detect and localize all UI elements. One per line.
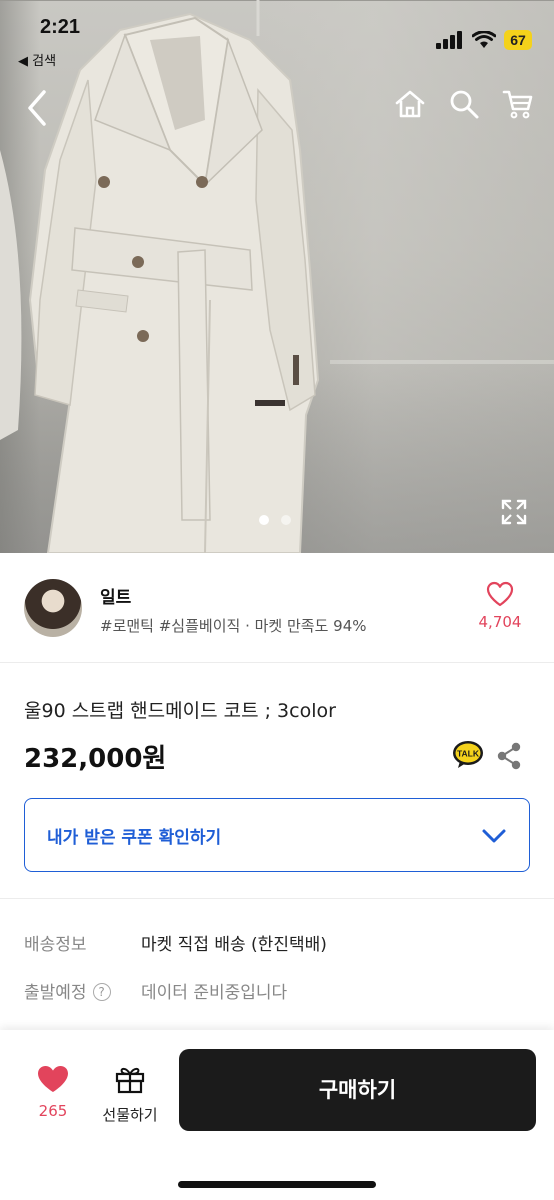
seller-avatar[interactable] [24,579,82,637]
svg-text:TALK: TALK [457,749,480,759]
help-icon[interactable]: ? [92,983,111,1001]
home-indicator [178,1181,376,1188]
carousel-indicator [259,515,291,525]
share-icon[interactable] [496,742,522,770]
fullscreen-expand-icon[interactable] [500,498,528,526]
coupon-label: 내가 받은 쿠폰 확인하기 [47,828,222,848]
cart-icon[interactable] [502,88,534,120]
shipping-info-label: 배송정보 [24,935,87,955]
status-indicators: 67 [436,28,532,52]
chevron-down-icon [482,829,506,843]
buy-button[interactable]: 구매하기 [179,1049,536,1131]
home-icon[interactable] [394,88,426,120]
market-like-button[interactable]: 4,704 [470,581,530,631]
carousel-dot-active[interactable] [259,515,269,525]
wifi-icon [472,31,496,48]
market-like-count: 4,704 [478,613,522,631]
search-icon[interactable] [448,88,480,120]
gift-icon [115,1067,145,1094]
product-image-gallery[interactable]: 2:21 ◀ 검색 67 [0,0,554,553]
coupon-check-dropdown[interactable]: 내가 받은 쿠폰 확인하기 [24,798,530,872]
gift-button[interactable]: 선물하기 [96,1064,164,1125]
heart-filled-icon [38,1066,68,1092]
seller-section: 일트 #로맨틱 #심플베이직 · 마켓 만족도 94% 4,704 [0,553,554,663]
signal-icon [436,31,462,49]
wishlist-count: 265 [38,1102,68,1120]
coat-photo [0,0,554,553]
heart-outline-icon [486,581,514,607]
gift-label: 선물하기 [102,1106,158,1124]
product-title: 울90 스트랩 핸드메이드 코트 ; 3color [24,700,336,722]
bottom-action-bar: 265 선물하기 구매하기 [0,1030,554,1200]
departure-info-value: 데이터 준비중입니다 [141,983,288,1003]
status-time: 2:21 [40,16,81,38]
section-divider [0,898,554,899]
battery-indicator: 67 [504,30,532,50]
departure-label-text: 출발예정 [24,983,87,1003]
seller-name[interactable]: 일트 [100,583,131,608]
shipping-info-value: 마켓 직접 배송 (한진택배) [141,935,327,955]
carousel-dot[interactable] [281,515,291,525]
kakaotalk-share-icon[interactable]: TALK [452,740,484,770]
departure-info-label: 출발예정? [24,978,111,1003]
product-price: 232,000원 [24,744,167,774]
wishlist-button[interactable]: 265 [30,1064,76,1120]
back-to-app-link[interactable]: ◀ 검색 [18,50,56,69]
back-arrow-icon[interactable] [20,86,56,130]
seller-tags: #로맨틱 #심플베이직 · 마켓 만족도 94% [100,617,367,635]
